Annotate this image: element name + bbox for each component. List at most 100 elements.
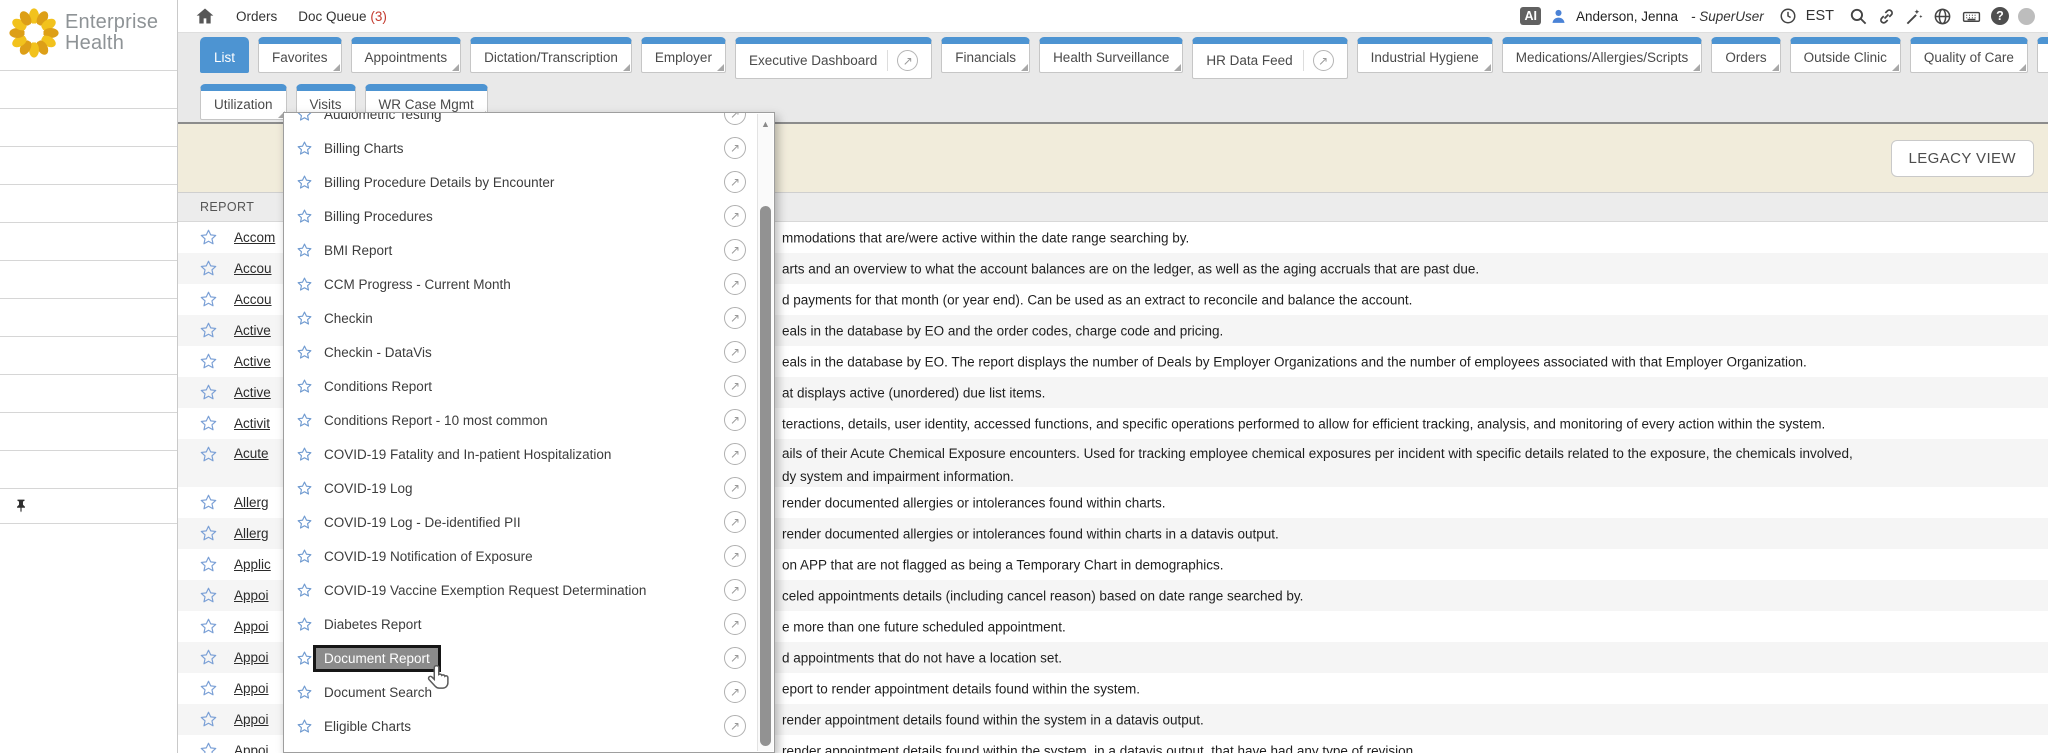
report-link[interactable]: Activit <box>234 416 270 431</box>
report-link[interactable]: Appoi <box>234 712 269 727</box>
favorite-star-icon[interactable] <box>297 685 312 700</box>
external-link-icon[interactable]: ↗ <box>1313 50 1334 71</box>
tab[interactable]: Quality of Care ↗ <box>1910 37 2028 73</box>
presence-icon[interactable] <box>2018 8 2035 25</box>
favorite-star-icon[interactable] <box>200 556 217 573</box>
open-in-new-icon[interactable]: ↗ <box>724 171 746 193</box>
favorite-star-icon[interactable] <box>200 587 217 604</box>
home-icon[interactable] <box>195 6 215 26</box>
favorite-star-icon[interactable] <box>297 175 312 190</box>
favorite-star-icon[interactable] <box>200 742 217 753</box>
sidebar-item[interactable] <box>0 222 177 260</box>
open-in-new-icon[interactable]: ↗ <box>724 613 746 635</box>
tab[interactable]: Safety ↗ <box>2037 37 2048 73</box>
favorite-star-icon[interactable] <box>200 384 217 401</box>
dropdown-item[interactable]: Checkin - DataVis ↗ <box>284 335 774 369</box>
tab[interactable]: Financials ↗ <box>941 37 1030 73</box>
favorite-star-icon[interactable] <box>200 649 217 666</box>
tab[interactable]: Orders ↗ <box>1711 37 1780 73</box>
tab[interactable]: Utilization ↗ <box>200 84 287 120</box>
report-link[interactable]: Accou <box>234 292 272 307</box>
sidebar-item[interactable] <box>0 336 177 374</box>
tab[interactable]: Outside Clinic ↗ <box>1790 37 1901 73</box>
favorite-star-icon[interactable] <box>200 229 217 246</box>
report-link[interactable]: Accou <box>234 261 272 276</box>
dropdown-item[interactable]: Billing Charts ↗ <box>284 131 774 165</box>
open-in-new-icon[interactable]: ↗ <box>724 307 746 329</box>
favorite-star-icon[interactable] <box>200 446 217 463</box>
open-in-new-icon[interactable]: ↗ <box>724 273 746 295</box>
orders-link[interactable]: Orders <box>236 9 277 24</box>
open-in-new-icon[interactable]: ↗ <box>724 715 746 737</box>
sidebar-item[interactable] <box>0 450 177 488</box>
report-link[interactable]: Allerg <box>234 526 269 541</box>
tab[interactable]: Employer ↗ <box>641 37 726 73</box>
dropdown-item[interactable]: Checkin ↗ <box>284 301 774 335</box>
dropdown-item[interactable]: Conditions Report - 10 most common ↗ <box>284 403 774 437</box>
favorite-star-icon[interactable] <box>200 260 217 277</box>
tab[interactable]: Medications/Allergies/Scripts ↗ <box>1502 37 1703 73</box>
favorite-star-icon[interactable] <box>200 291 217 308</box>
dropdown-item[interactable]: COVID-19 Notification of Exposure ↗ <box>284 539 774 573</box>
globe-icon[interactable] <box>1933 7 1952 26</box>
open-in-new-icon[interactable]: ↗ <box>724 647 746 669</box>
ai-badge[interactable]: AI <box>1520 7 1541 25</box>
sidebar-item[interactable] <box>0 70 177 108</box>
tab[interactable]: Executive Dashboard ↗ <box>735 37 932 79</box>
favorite-star-icon[interactable] <box>297 583 312 598</box>
favorite-star-icon[interactable] <box>297 549 312 564</box>
favorite-star-icon[interactable] <box>297 112 312 122</box>
favorite-star-icon[interactable] <box>297 379 312 394</box>
tab[interactable]: Favorites ↗ <box>258 37 342 73</box>
favorite-star-icon[interactable] <box>297 209 312 224</box>
wand-icon[interactable] <box>1905 7 1924 26</box>
favorite-star-icon[interactable] <box>200 711 217 728</box>
open-in-new-icon[interactable]: ↗ <box>724 477 746 499</box>
pin-icon[interactable] <box>14 498 28 514</box>
open-in-new-icon[interactable]: ↗ <box>724 341 746 363</box>
scrollbar-thumb[interactable] <box>760 206 771 746</box>
dropdown-item[interactable]: COVID-19 Fatality and In-patient Hospita… <box>284 437 774 471</box>
clock-icon[interactable] <box>1779 7 1797 25</box>
favorite-star-icon[interactable] <box>200 618 217 635</box>
report-link[interactable]: Appoi <box>234 619 269 634</box>
tab[interactable]: Industrial Hygiene ↗ <box>1357 37 1493 73</box>
dropdown-item[interactable]: Billing Procedures ↗ <box>284 199 774 233</box>
dropdown-item[interactable]: Document Search ↗ <box>284 675 774 709</box>
keyboard-icon[interactable] <box>1961 7 1982 26</box>
sidebar-pin-row[interactable] <box>0 488 177 524</box>
sidebar-item[interactable] <box>0 108 177 146</box>
search-icon[interactable] <box>1849 7 1868 26</box>
report-link[interactable]: Active <box>234 323 271 338</box>
report-link[interactable]: Appoi <box>234 650 269 665</box>
dropdown-scrollbar[interactable]: ▲ <box>757 114 773 751</box>
dropdown-item[interactable]: Document Report ↗ <box>284 641 774 675</box>
favorite-star-icon[interactable] <box>200 525 217 542</box>
favorite-star-icon[interactable] <box>200 680 217 697</box>
sidebar-item[interactable] <box>0 298 177 336</box>
sidebar-item[interactable] <box>0 260 177 298</box>
open-in-new-icon[interactable]: ↗ <box>724 545 746 567</box>
favorite-star-icon[interactable] <box>297 651 312 666</box>
favorite-star-icon[interactable] <box>297 141 312 156</box>
report-link[interactable]: Appoi <box>234 588 269 603</box>
dropdown-item[interactable]: Billing Procedure Details by Encounter ↗ <box>284 165 774 199</box>
open-in-new-icon[interactable]: ↗ <box>724 409 746 431</box>
open-in-new-icon[interactable]: ↗ <box>724 137 746 159</box>
link-icon[interactable] <box>1877 7 1896 26</box>
dropdown-item[interactable]: Eligible Charts ↗ <box>284 709 774 743</box>
report-link[interactable]: Applic <box>234 557 271 572</box>
report-link[interactable]: Active <box>234 385 271 400</box>
external-link-icon[interactable]: ↗ <box>897 50 918 71</box>
favorite-star-icon[interactable] <box>297 345 312 360</box>
dropdown-item[interactable]: COVID-19 Vaccine Exemption Request Deter… <box>284 573 774 607</box>
favorite-star-icon[interactable] <box>200 494 217 511</box>
scroll-up-arrow-icon[interactable]: ▲ <box>758 119 773 129</box>
favorite-star-icon[interactable] <box>297 413 312 428</box>
legacy-view-button[interactable]: LEGACY VIEW <box>1891 140 2035 177</box>
report-link[interactable]: Appoi <box>234 743 269 753</box>
open-in-new-icon[interactable]: ↗ <box>724 239 746 261</box>
help-icon[interactable]: ? <box>1991 7 2009 25</box>
favorite-star-icon[interactable] <box>297 277 312 292</box>
tab[interactable]: List ↗ <box>200 37 249 73</box>
